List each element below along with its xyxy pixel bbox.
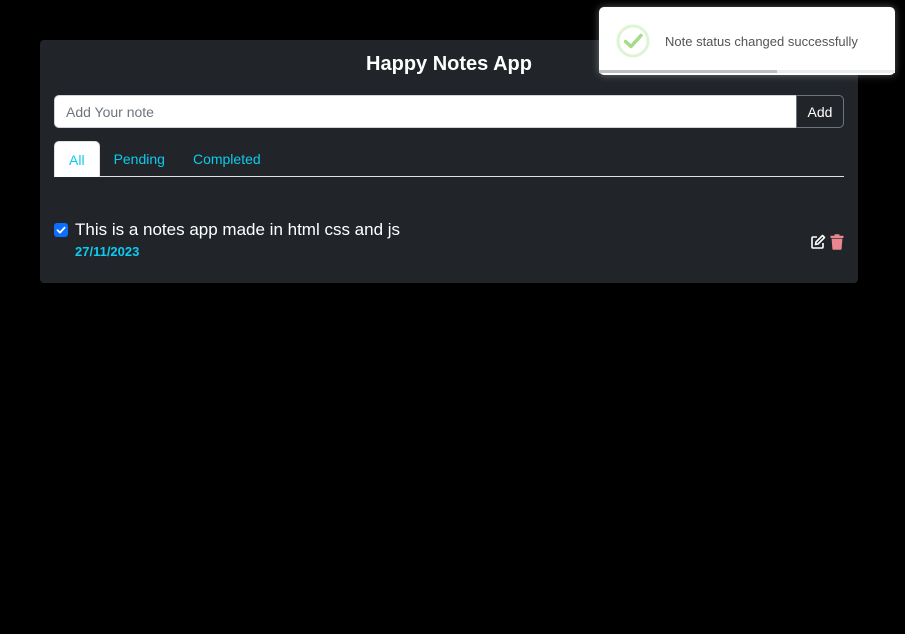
filter-tabs: All Pending Completed (54, 141, 844, 177)
tab-all[interactable]: All (54, 141, 100, 177)
note-text: This is a notes app made in html css and… (75, 220, 401, 239)
tab-completed[interactable]: Completed (179, 141, 275, 177)
trash-icon[interactable] (830, 234, 844, 250)
note-input[interactable] (54, 95, 796, 128)
toast-progress-fill (599, 70, 777, 73)
add-note-group: Add (54, 95, 844, 128)
note-date: 27/11/2023 (75, 244, 140, 259)
success-check-icon (616, 24, 650, 58)
edit-icon[interactable] (810, 234, 826, 250)
toast-progress-bar (599, 70, 895, 73)
add-button[interactable]: Add (796, 95, 844, 128)
toast-message: Note status changed successfully (665, 34, 858, 49)
tab-pending[interactable]: Pending (100, 141, 179, 177)
note-checkbox[interactable] (54, 223, 68, 237)
toast-notification[interactable]: Note status changed successfully (599, 7, 895, 75)
checkmark-icon (56, 226, 66, 234)
note-item: This is a notes app made in html css and… (54, 218, 844, 264)
notes-card: Happy Notes App Add All Pending Complete… (40, 40, 858, 283)
